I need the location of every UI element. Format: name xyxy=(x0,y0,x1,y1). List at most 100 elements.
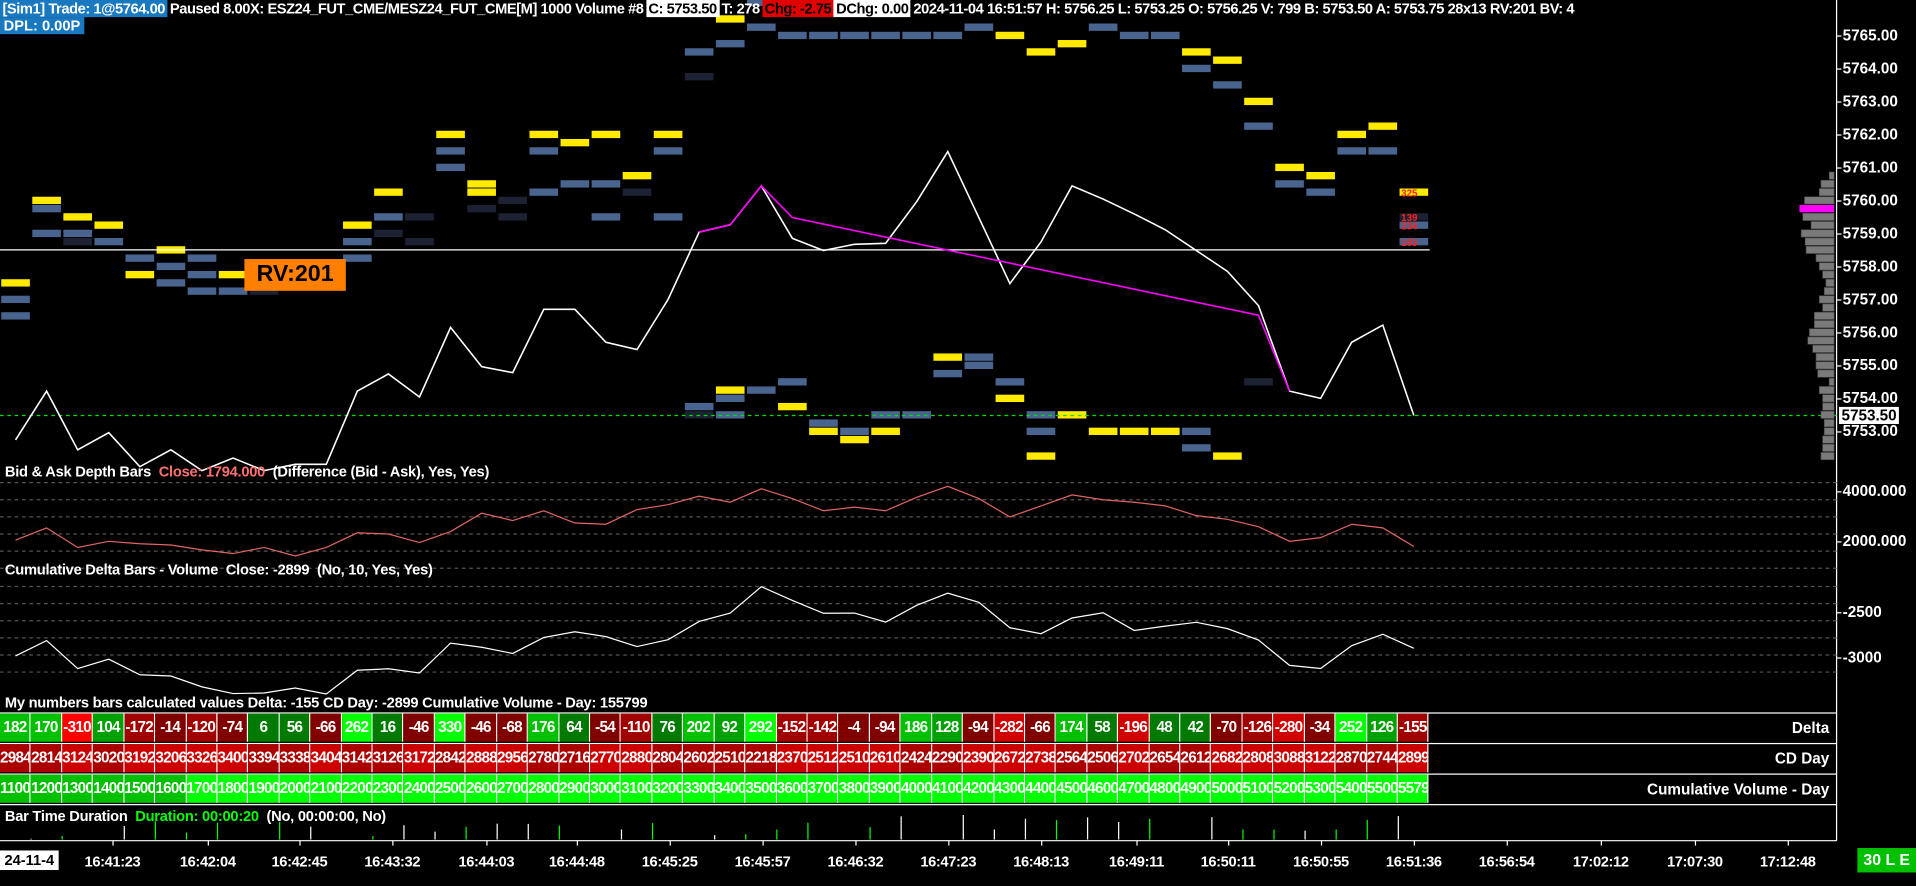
depth-block-ask xyxy=(622,171,652,180)
delta-cell: 202 xyxy=(683,713,715,742)
depth-block-ask xyxy=(1088,427,1118,436)
time-axis-tick xyxy=(392,840,394,846)
cum-volume-cell: 4000 xyxy=(900,774,932,803)
depth-block-bid xyxy=(964,23,994,31)
price-axis-tick xyxy=(1836,299,1842,301)
time-axis[interactable]: 24-11-4 30 L E 16:41:23 16:42:04 16:42:45 1… xyxy=(0,840,1916,886)
time-axis-tick xyxy=(1787,840,1789,846)
depth-block-bid xyxy=(1150,31,1180,40)
delta-cell: -14 xyxy=(155,713,187,742)
cd-day-cell: 3020 xyxy=(93,744,125,773)
volume-profile-bar xyxy=(1822,270,1835,279)
time-axis-tick xyxy=(762,840,764,846)
cd-day-cell: 3142 xyxy=(341,744,373,773)
depth-block-bid xyxy=(1275,180,1304,188)
duration-study-title: Bar Time Duration Duration: 00:00:20 (No… xyxy=(5,808,386,825)
cd-day-cell: 2682 xyxy=(1211,744,1243,773)
cd-day-cell: 2290 xyxy=(931,744,963,773)
cum-volume-cell: 5500 xyxy=(1366,774,1398,803)
time-axis-tick xyxy=(1600,840,1602,846)
depth-block-bid xyxy=(156,279,186,287)
delta-cell: 186 xyxy=(900,713,932,742)
cum-volume-cell: 2400 xyxy=(403,774,435,803)
cum-volume-cell: 1500 xyxy=(124,774,156,803)
time-axis-tick xyxy=(1320,840,1323,846)
cd-day-cell: 2702 xyxy=(1118,744,1150,773)
cum-volume-cell: 2800 xyxy=(528,774,560,803)
price-axis-tick xyxy=(1836,398,1842,400)
cd-day-cell: 2424 xyxy=(900,744,932,773)
depth-block-bid xyxy=(94,237,124,246)
time-axis-tick xyxy=(112,840,114,846)
cum-volume-cell: 3600 xyxy=(776,774,808,803)
depth-block-bid xyxy=(840,31,869,40)
duration-study-value: Duration: 00:00:20 xyxy=(135,807,259,825)
volume-profile-bar xyxy=(1809,328,1835,337)
depth-block-ask xyxy=(1368,122,1398,130)
depth-block-bid xyxy=(1244,122,1273,130)
delta-cell: -34 xyxy=(1304,713,1336,742)
cd-day-cell: 2390 xyxy=(962,744,995,773)
delta-cell: -68 xyxy=(497,713,529,742)
delta-cell: -120 xyxy=(186,713,218,742)
depth-block-bid xyxy=(653,213,683,221)
time-axis-tick xyxy=(576,840,578,846)
cum-volume-cell: 2200 xyxy=(341,774,373,803)
depth-block-bid xyxy=(125,254,155,262)
cd-day-cell: 2880 xyxy=(621,744,653,773)
volume-profile-bar xyxy=(1800,229,1835,238)
chart-header: [Sim1] Trade: 1@5764.00 Paused 8.00X: ES… xyxy=(0,0,1577,18)
cd-day-row: 2984 2814 3124 3020 3192 3206 3326 3400 3394 3338… xyxy=(0,744,1430,773)
delta-cell: 64 xyxy=(559,713,591,742)
cd-study-name: Cumulative Delta Bars - Volume xyxy=(4,560,219,578)
change-value: Chg: -2.75 xyxy=(762,0,834,18)
volume-profile-bar xyxy=(1815,254,1835,263)
depth-block-bid xyxy=(156,262,186,271)
cum-volume-cell: 5579 xyxy=(1397,774,1429,803)
depth-block-ask xyxy=(374,188,403,196)
chart-window: [Sim1] Trade: 1@5764.00 Paused 8.00X: ES… xyxy=(0,0,1916,886)
depth-block-bid xyxy=(715,394,745,403)
cum-volume-cell: 4900 xyxy=(1180,774,1212,803)
volume-profile-bar xyxy=(1817,369,1835,378)
depth-block-bid xyxy=(1088,23,1118,31)
depth-block-ask xyxy=(1026,452,1056,460)
time-axis-label: 16:56:54 xyxy=(1478,852,1535,871)
cd-study-close: Close: -2899 xyxy=(225,560,310,578)
cum-volume-cell: 4400 xyxy=(1025,774,1057,803)
cum-volume-cell: 3200 xyxy=(652,774,684,803)
delta-cell: 76 xyxy=(652,713,684,742)
cd-day-cell: 2672 xyxy=(994,744,1026,773)
depth-block-ask xyxy=(1150,427,1180,436)
depth-block-ask xyxy=(467,188,496,196)
cum-volume-cell: 5400 xyxy=(1335,774,1367,803)
volume-profile-bar xyxy=(1822,443,1835,452)
time-axis-tick xyxy=(1228,840,1230,846)
depth-block-bid xyxy=(933,369,963,378)
cd-study-line xyxy=(15,585,1415,695)
trade-info[interactable]: [Sim1] Trade: 1@5764.00 xyxy=(0,0,168,18)
cum-volume-cell: 4800 xyxy=(1149,774,1181,803)
trade-mode-badge[interactable]: 30 L E xyxy=(1857,848,1916,873)
delta-cell: 104 xyxy=(93,713,125,742)
volume-profile-bar xyxy=(1818,295,1835,304)
volume-profile-bar xyxy=(1828,377,1835,386)
depth-block-ask xyxy=(1213,452,1242,460)
volume-profile-bar xyxy=(1802,212,1835,221)
cd-axis-label: -3000 xyxy=(1842,648,1882,666)
cd-day-cell: 3124 xyxy=(62,744,94,773)
volume-profile-bar xyxy=(1822,394,1835,403)
cum-volume-cell: 2900 xyxy=(559,774,591,803)
cum-volume-cell: 4500 xyxy=(1056,774,1088,803)
depth-axis-tick xyxy=(1836,541,1842,543)
cd-day-cell: 2612 xyxy=(1180,744,1212,773)
price-axis-tick xyxy=(1836,200,1842,202)
time-axis-label: 16:45:57 xyxy=(734,852,791,871)
delta-cell: 58 xyxy=(1087,713,1119,742)
cum-volume-cell: 2300 xyxy=(372,774,404,803)
volume-profile-bar xyxy=(1820,179,1835,188)
delta-row: 182 170 -310 104 -172 -14 -120 -74 6 56 -66 262 16 -4… xyxy=(0,713,1430,742)
volume-profile-bar xyxy=(1818,188,1835,197)
cd-day-cell: 2510 xyxy=(838,744,870,773)
depth-block-bid xyxy=(1337,147,1367,155)
